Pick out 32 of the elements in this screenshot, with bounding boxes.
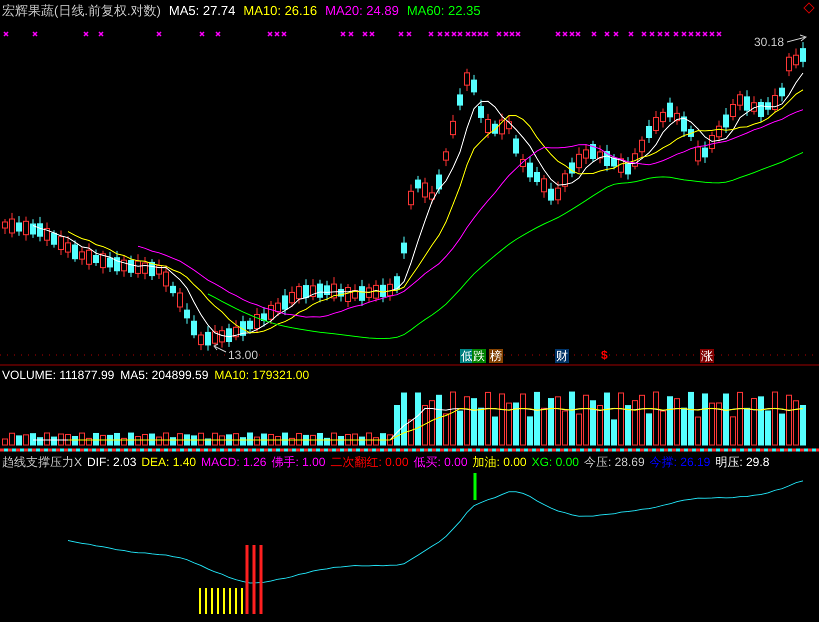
legend-item: 低买: 0.00	[414, 454, 468, 471]
dollar-sign-marker: $	[601, 348, 608, 362]
legend-item: 趋线支撑压力X	[2, 454, 82, 471]
legend-item: XG: 0.00	[532, 454, 579, 471]
signal-tag: 涨	[700, 349, 714, 363]
diamond-icon	[803, 2, 815, 14]
signal-tag: 榜	[489, 349, 503, 363]
legend-item: 今压: 28.69	[584, 454, 645, 471]
low-price-label: 13.00	[228, 347, 258, 364]
legend-item: MA5: 204899.59	[120, 367, 208, 384]
legend-item: 加油: 0.00	[472, 454, 527, 471]
legend-item: DEA: 1.40	[141, 454, 196, 471]
legend-item: MA60: 22.35	[406, 2, 481, 20]
signal-bars-drawing	[199, 545, 262, 614]
legend-item: MACD: 1.26	[201, 454, 266, 471]
legend-item: MA10: 26.16	[243, 2, 318, 20]
arrow-icon	[786, 34, 808, 42]
legend-item: 二次翻红: 0.00	[330, 454, 408, 471]
signal-bar	[474, 473, 476, 500]
legend-item: DIF: 2.03	[87, 454, 136, 471]
chart-title: 宏辉果蔬(日线.前复权.对数)	[2, 2, 161, 20]
legend-item: MA10: 179321.00	[214, 367, 310, 384]
legend-item: 佛手: 1.00	[271, 454, 326, 471]
signal-tag: 跌	[472, 349, 486, 363]
arrow-icon	[213, 344, 226, 352]
signal-tag: 财	[555, 349, 569, 363]
legend-item: VOLUME: 111877.99	[2, 367, 114, 384]
legend-item: 今撑: 26.19	[650, 454, 710, 471]
chart-legend-item: MA5: 27.74	[168, 2, 236, 20]
high-price-label: 30.18	[754, 34, 784, 51]
legend-item: MA20: 24.89	[325, 2, 399, 20]
legend-item: 明压: 29.8	[715, 454, 770, 471]
